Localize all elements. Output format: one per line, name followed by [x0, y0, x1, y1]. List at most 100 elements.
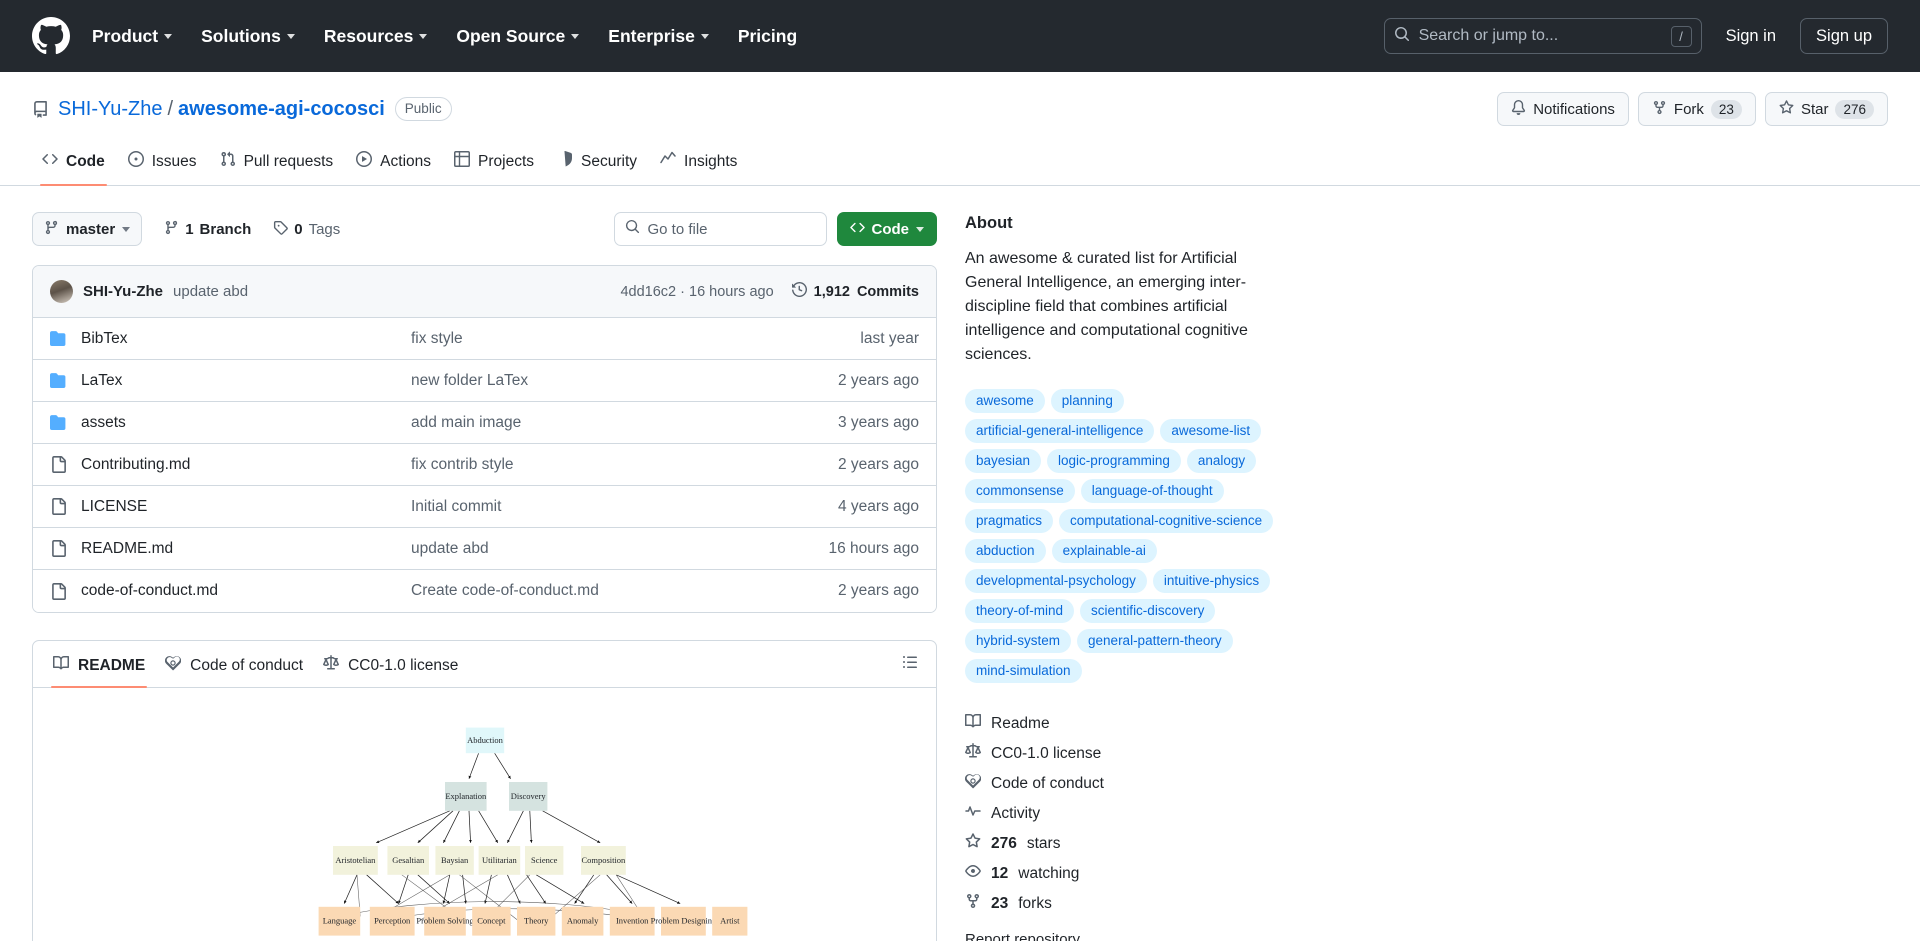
header-right-group: Search or jump to... / Sign in Sign up: [1383, 18, 1888, 54]
search-input[interactable]: Search or jump to... /: [1383, 18, 1702, 54]
branches-link[interactable]: 1 Branch: [164, 220, 251, 239]
sign-in-button[interactable]: Sign in: [1716, 21, 1786, 52]
table-row[interactable]: assets add main image 3 years ago: [33, 402, 936, 444]
avatar[interactable]: [50, 280, 73, 303]
file-commit-message[interactable]: fix contrib style: [411, 456, 838, 474]
file-commit-message[interactable]: new folder LaTex: [411, 372, 838, 390]
branch-count: 1: [185, 220, 194, 238]
table-row[interactable]: LICENSE Initial commit 4 years ago: [33, 486, 936, 528]
file-commit-message[interactable]: update abd: [411, 540, 829, 558]
sidebar-link-stars[interactable]: 276 stars: [965, 830, 1285, 857]
tab-issues[interactable]: Issues: [118, 143, 207, 185]
nav-item-product[interactable]: Product: [92, 26, 173, 47]
tags-link[interactable]: 0 Tags: [273, 220, 340, 239]
chevron-down-icon: [700, 33, 709, 39]
commit-author-link[interactable]: SHI-Yu-Zhe: [83, 283, 163, 300]
topic-tag[interactable]: scientific-discovery: [1080, 599, 1216, 623]
nav-item-resources[interactable]: Resources: [324, 26, 428, 47]
table-row[interactable]: README.md update abd 16 hours ago: [33, 528, 936, 570]
topic-tag[interactable]: artificial-general-intelligence: [965, 419, 1155, 443]
repo-name-link[interactable]: awesome-agi-cocosci: [178, 98, 385, 121]
file-name-link[interactable]: README.md: [81, 540, 411, 558]
file-name-link[interactable]: Contributing.md: [81, 456, 411, 474]
go-to-file-input[interactable]: Go to file: [613, 212, 827, 246]
topic-tag[interactable]: awesome-list: [1160, 419, 1262, 443]
sidebar-link-readme[interactable]: Readme: [965, 710, 1285, 737]
main-column: master 1 Branch 0 Tags Go to file Code S…: [32, 212, 937, 941]
github-mark-icon[interactable]: [32, 17, 70, 55]
readme-tab-readme[interactable]: README: [43, 641, 155, 688]
repo-path-separator: /: [167, 97, 174, 120]
tab-security[interactable]: Security: [547, 143, 647, 185]
tab-code[interactable]: Code: [32, 143, 115, 186]
sidebar-link-activity[interactable]: Activity: [965, 800, 1285, 827]
topic-tag[interactable]: awesome: [965, 389, 1045, 413]
tab-insights[interactable]: Insights: [650, 143, 747, 185]
topic-tag[interactable]: hybrid-system: [965, 629, 1072, 653]
code-icon: [42, 151, 58, 172]
topic-tag[interactable]: bayesian: [965, 449, 1042, 473]
sidebar-link-label: stars: [1026, 834, 1061, 852]
branch-selector-button[interactable]: master: [32, 212, 143, 246]
nav-item-open-source[interactable]: Open Source: [456, 26, 580, 47]
topic-tag[interactable]: explainable-ai: [1051, 539, 1157, 563]
table-row[interactable]: LaTex new folder LaTex 2 years ago: [33, 360, 936, 402]
commit-message-link[interactable]: update abd: [173, 283, 248, 300]
report-repository-link[interactable]: Report repository: [965, 931, 1285, 941]
file-commit-time: 2 years ago: [838, 455, 919, 473]
sidebar-link-forks[interactable]: 23 forks: [965, 890, 1285, 917]
file-name-link[interactable]: assets: [81, 414, 411, 432]
commit-hash-and-time[interactable]: 4dd16c2 · 16 hours ago: [620, 284, 773, 300]
topic-tag[interactable]: commonsense: [965, 479, 1075, 503]
outline-toggle-button[interactable]: [894, 642, 926, 687]
tab-actions[interactable]: Actions: [346, 143, 441, 185]
topic-tag[interactable]: developmental-psychology: [965, 569, 1147, 593]
nav-item-pricing[interactable]: Pricing: [738, 26, 797, 47]
repo-owner-link[interactable]: SHI-Yu-Zhe: [58, 98, 162, 121]
file-name-link[interactable]: BibTex: [81, 330, 411, 348]
tab-pull-requests[interactable]: Pull requests: [210, 143, 344, 185]
fork-button[interactable]: Fork 23: [1637, 92, 1756, 126]
topic-tag[interactable]: mind-simulation: [965, 659, 1082, 683]
sidebar-link-license[interactable]: CC0-1.0 license: [965, 740, 1285, 767]
diagram-node-label: Explanation: [445, 791, 487, 801]
bell-icon: [1511, 99, 1526, 119]
topic-tag[interactable]: computational-cognitive-science: [1059, 509, 1274, 533]
sign-up-button[interactable]: Sign up: [1800, 18, 1888, 54]
diagram-node-label: Baysian: [440, 855, 468, 865]
topic-tag[interactable]: theory-of-mind: [965, 599, 1075, 623]
sidebar-link-watching[interactable]: 12 watching: [965, 860, 1285, 887]
table-row[interactable]: code-of-conduct.md Create code-of-conduc…: [33, 570, 936, 612]
star-button[interactable]: Star 276: [1764, 92, 1888, 126]
topic-tag[interactable]: pragmatics: [965, 509, 1054, 533]
table-row[interactable]: BibTex fix style last year: [33, 318, 936, 360]
topic-tag[interactable]: abduction: [965, 539, 1046, 563]
topic-tag[interactable]: intuitive-physics: [1152, 569, 1271, 593]
topic-tag[interactable]: logic-programming: [1047, 449, 1181, 473]
nav-item-enterprise[interactable]: Enterprise: [608, 26, 709, 47]
tab-projects[interactable]: Projects: [444, 143, 544, 185]
topic-tag[interactable]: language-of-thought: [1080, 479, 1224, 503]
topic-tag[interactable]: analogy: [1186, 449, 1257, 473]
chevron-down-icon: [164, 33, 173, 39]
file-commit-message[interactable]: Create code-of-conduct.md: [411, 582, 838, 600]
nav-item-solutions[interactable]: Solutions: [201, 26, 295, 47]
file-commit-message[interactable]: Initial commit: [411, 498, 838, 516]
file-name-link[interactable]: LICENSE: [81, 498, 411, 516]
table-row[interactable]: Contributing.md fix contrib style 2 year…: [33, 444, 936, 486]
commit-history-link[interactable]: 1,912 Commits: [791, 281, 919, 301]
file-name-link[interactable]: code-of-conduct.md: [81, 582, 411, 600]
repo-icon: [32, 100, 49, 118]
file-commit-message[interactable]: add main image: [411, 414, 838, 432]
readme-tab-code-of-conduct[interactable]: Code of conduct: [155, 641, 313, 687]
code-download-button[interactable]: Code: [836, 212, 937, 246]
topic-tag[interactable]: general-pattern-theory: [1077, 629, 1233, 653]
file-name-link[interactable]: LaTex: [81, 372, 411, 390]
tab-label: Code: [66, 152, 105, 170]
file-commit-message[interactable]: fix style: [411, 330, 860, 348]
readme-tab-license[interactable]: CC0-1.0 license: [313, 641, 468, 687]
notifications-button[interactable]: Notifications: [1497, 92, 1629, 126]
topic-tag[interactable]: planning: [1050, 389, 1124, 413]
sidebar-link-code-of-conduct[interactable]: Code of conduct: [964, 770, 1285, 797]
diagram-node-label: Gesaltian: [392, 855, 425, 865]
